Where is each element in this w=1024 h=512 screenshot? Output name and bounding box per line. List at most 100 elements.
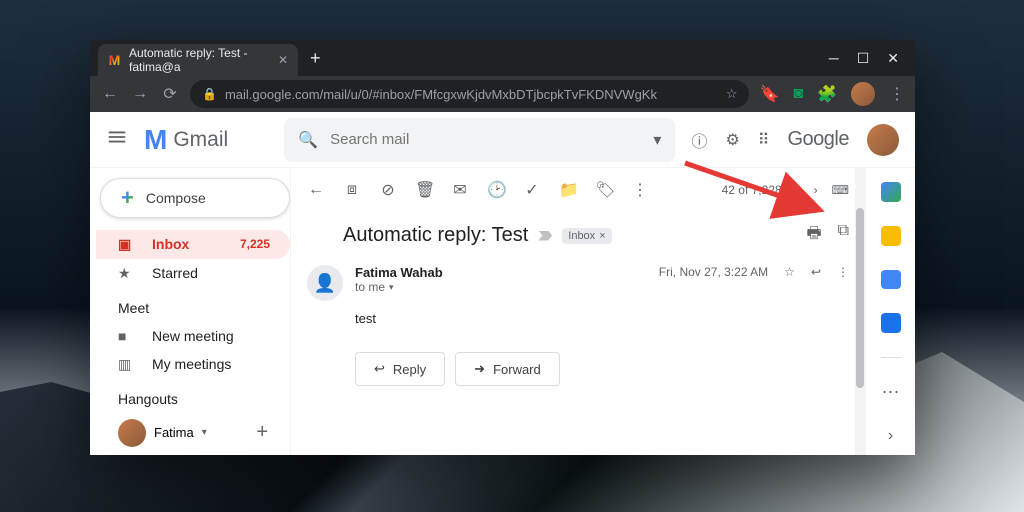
spam-icon[interactable]: ⊘ [379,180,397,200]
inbox-icon: ▣ [118,236,136,253]
star-email-icon[interactable]: ☆ [784,265,795,279]
forward-button[interactable]: ➜ Forward [455,352,560,386]
compose-label: Compose [146,190,206,206]
hangouts-username: Fatima [154,425,194,440]
chrome-menu-icon[interactable]: ⋮ [889,84,905,104]
search-options-icon[interactable]: ▾ [653,130,661,150]
delete-icon[interactable]: 🗑 [415,180,433,200]
email-counter: 42 of 7,228 [722,183,782,197]
reply-row: ↩ Reply ➜ Forward [307,342,849,396]
mark-unread-icon[interactable]: ✉ [451,180,469,200]
window-controls: ─ ☐ ✕ [829,50,915,67]
extension-icon-1[interactable]: 🔖 [759,84,779,104]
label-remove-icon[interactable]: × [599,230,605,242]
prev-email-icon[interactable]: ‹ [796,183,800,197]
hamburger-menu-icon[interactable] [106,126,128,153]
browser-tab[interactable]: M Automatic reply: Test - fatima@a ✕ [98,44,298,76]
hangouts-add-icon[interactable]: + [256,421,268,444]
tab-title: Automatic reply: Test - fatima@a [129,46,270,74]
sender-to[interactable]: to me ▾ [355,280,647,294]
calendar-addon-icon[interactable] [881,182,901,202]
hangouts-user-row[interactable]: Fatima ▾ + [96,413,290,453]
important-marker-icon[interactable] [538,231,552,241]
sender-avatar[interactable]: 👤 [307,265,343,301]
subject-row: Automatic reply: Test Inbox × 🖶 ⧉ [307,212,849,261]
labels-icon[interactable]: 🏷 [595,180,613,200]
new-meeting-label: New meeting [152,328,234,344]
search-input[interactable] [330,131,641,148]
email-subject: Automatic reply: Test [343,224,528,247]
star-icon: ★ [118,265,136,282]
addons-more-icon[interactable]: ⋯ [882,382,900,403]
meet-heading: Meet [96,288,290,322]
snooze-icon[interactable]: 🕑 [487,180,505,200]
apps-grid-icon[interactable]: ⠿ [758,130,770,150]
search-icon: 🔍 [298,130,318,150]
scrollbar[interactable] [855,168,865,455]
minimize-button[interactable]: ─ [829,50,839,67]
reload-button[interactable]: ⟳ [160,84,180,104]
tab-close-icon[interactable]: ✕ [278,53,288,67]
gmail-app: M Gmail 🔍 ▾ ⓘ ⚙ ⠿ Google + Compose [90,112,915,455]
compose-plus-icon: + [121,189,134,207]
new-tab-button[interactable]: + [310,48,321,69]
tasks-addon-icon[interactable] [881,270,901,290]
chevron-down-icon: ▾ [389,282,394,293]
account-avatar[interactable] [867,124,899,156]
inbox-label: Inbox [152,236,189,252]
move-to-icon[interactable]: 📁 [559,180,577,200]
search-box[interactable]: 🔍 ▾ [284,118,675,162]
my-meetings-label: My meetings [152,356,231,372]
collapse-panel-icon[interactable]: › [888,427,893,445]
sidebar-item-new-meeting[interactable]: ■ New meeting [96,322,290,350]
starred-label: Starred [152,265,198,281]
print-icon[interactable]: 🖶 [806,222,821,249]
address-bar: ← → ⟳ 🔒 mail.google.com/mail/u/0/#inbox/… [90,76,915,112]
reply-label: Reply [393,362,426,377]
extensions-menu-icon[interactable]: 🧩 [817,84,837,104]
more-icon[interactable]: ⋮ [631,180,649,200]
divider [881,357,901,358]
label-chip[interactable]: Inbox × [562,228,611,244]
bookmark-star-icon[interactable]: ☆ [726,86,738,102]
next-email-icon[interactable]: › [814,183,818,197]
sender-row: 👤 Fatima Wahab to me ▾ Fri, Nov 27, 3:22… [307,261,849,305]
sender-name: Fatima Wahab [355,265,647,280]
maximize-button[interactable]: ☐ [857,50,870,67]
keep-addon-icon[interactable] [881,226,901,246]
chrome-profile-avatar[interactable] [851,82,875,106]
toolbar: ← ⧈ ⊘ 🗑 ✉ 🕑 ✓ 📁 🏷 ⋮ 42 of 7,228 ‹ › ⌨ [291,168,865,212]
sidebar-item-my-meetings[interactable]: ▥ My meetings [96,350,290,379]
header-right: ⓘ ⚙ ⠿ Google [691,124,899,156]
open-new-window-icon[interactable]: ⧉ [838,222,849,249]
help-icon[interactable]: ⓘ [691,128,707,152]
inbox-count: 7,225 [240,237,270,251]
forward-button[interactable]: → [130,85,150,103]
url-input[interactable]: 🔒 mail.google.com/mail/u/0/#inbox/FMfcgx… [190,80,749,108]
calendar-icon: ▥ [118,356,136,373]
email-more-icon[interactable]: ⋮ [837,265,849,279]
sidebar-item-inbox[interactable]: ▣ Inbox 7,225 [96,230,290,259]
compose-button[interactable]: + Compose [100,178,290,218]
chevron-down-icon: ▾ [202,427,207,438]
close-window-button[interactable]: ✕ [887,50,899,67]
add-task-icon[interactable]: ✓ [523,180,541,200]
sender-meta: Fri, Nov 27, 3:22 AM ☆ ↩ ⋮ [659,265,849,279]
gmail-logo[interactable]: M Gmail [144,124,228,156]
reply-icon[interactable]: ↩ [811,265,821,279]
settings-gear-icon[interactable]: ⚙ [725,130,739,150]
scrollbar-thumb[interactable] [856,208,864,388]
email-date: Fri, Nov 27, 3:22 AM [659,265,768,279]
contacts-addon-icon[interactable] [881,313,901,333]
extension-icon-2[interactable]: ◙ [793,85,803,103]
forward-arrow-icon: ➜ [474,361,485,377]
sidebar-item-starred[interactable]: ★ Starred [96,259,290,288]
input-tools-icon[interactable]: ⌨ [832,183,849,197]
archive-icon[interactable]: ⧈ [343,181,361,199]
back-button[interactable]: ← [100,85,120,103]
gmail-text: Gmail [173,128,228,152]
email-body: test [307,305,849,342]
back-to-inbox-icon[interactable]: ← [307,181,325,199]
label-text: Inbox [568,230,595,242]
reply-button[interactable]: ↩ Reply [355,352,445,386]
